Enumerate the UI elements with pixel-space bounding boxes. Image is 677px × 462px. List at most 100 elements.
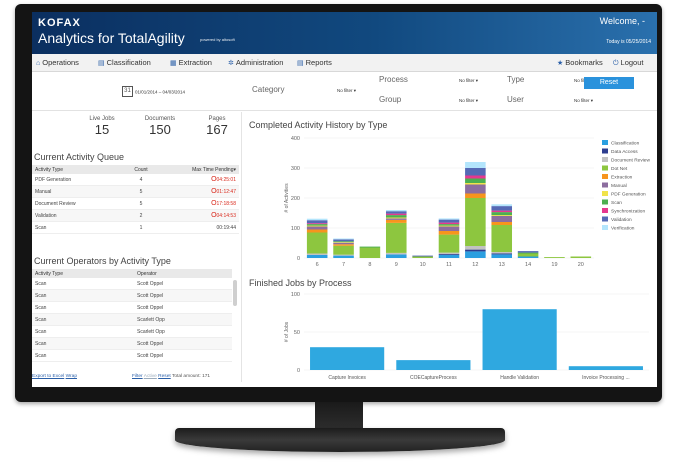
wrap-link[interactable]: Wrap [66, 374, 77, 379]
current-date: Today is 05/25/2014 [606, 39, 651, 45]
stacked-bar-segment [570, 256, 592, 258]
power-icon: ⏻ [613, 60, 619, 67]
stacked-bar-segment [465, 198, 486, 246]
time-value: 17:18:58 [216, 201, 236, 207]
table-row[interactable]: PDF Generation 4 O04:25:01 [32, 174, 239, 186]
time-value: 01:12:47 [216, 189, 236, 195]
group-label: Group [379, 95, 402, 104]
nav-operations[interactable]: ⌂ Operations [36, 58, 79, 67]
activity-type-cell: Validation [32, 209, 118, 222]
time-pending-cell: 00:19:44 [164, 221, 239, 234]
activity-type-cell: Scan [32, 337, 134, 350]
operator-cell: Scarlett Opp [134, 325, 232, 338]
date-range-picker[interactable]: 31 01/01/2014 – 04/03/2014 [122, 86, 185, 97]
operator-cell: Scott Oppel [134, 278, 232, 290]
filter-link[interactable]: Filter [132, 374, 143, 379]
table-row[interactable]: Scan Scott Oppel [32, 301, 232, 314]
x-tick-label: 9 [395, 262, 398, 268]
count-cell: 4 [118, 174, 164, 186]
activity-type-cell: Scan [32, 289, 134, 302]
activity-type-cell: Document Review [32, 197, 118, 210]
stacked-bar-segment [491, 225, 513, 252]
stacked-bar-segment [491, 215, 513, 216]
column-header[interactable]: Operator [134, 269, 232, 278]
table-row[interactable]: Scan Scarlett Opp [32, 313, 232, 326]
stacked-bar-segment [333, 254, 354, 256]
group-filter[interactable]: No filter ▾ [459, 98, 478, 104]
legend-swatch [602, 165, 608, 171]
x-tick-label: 14 [525, 262, 531, 268]
filter-bar: 31 01/01/2014 – 04/03/2014 Category No f… [32, 72, 657, 111]
legend-swatch [602, 216, 608, 222]
process-filter[interactable]: No filter ▾ [459, 78, 478, 84]
active-link[interactable]: Active [144, 374, 157, 379]
reset-link[interactable]: Reset [158, 374, 171, 379]
nav-bookmarks[interactable]: ★ Bookmarks [557, 58, 603, 67]
legend-label: Classification [611, 141, 640, 147]
activity-history-chart: 0 100 200 300 400 # of Activities 6 7 8 9 10 11 12 13… [284, 136, 650, 268]
stacked-bar-segment [385, 211, 407, 214]
report-icon: ▤ [297, 60, 304, 67]
activity-type-cell: Scan [32, 221, 118, 234]
activity-type-cell: Scan [32, 349, 134, 362]
table-row[interactable]: Scan Scott Oppel [32, 337, 232, 350]
reset-button[interactable]: Reset [584, 77, 634, 89]
y-tick-label: 100 [291, 226, 300, 232]
legend-label: Synchronization [611, 209, 645, 215]
activity-type-cell: PDF Generation [32, 174, 118, 186]
table-row[interactable]: Document Review 5 O17:18:58 [32, 197, 239, 210]
legend-label: Scan [611, 200, 622, 206]
stacked-bar-segment [491, 222, 513, 225]
column-header[interactable]: Max Time Pending▾ [164, 165, 239, 174]
table-header-row: Activity Type Operator [32, 269, 232, 278]
nav-extraction[interactable]: ▦ Extraction [170, 58, 212, 67]
legend-swatch [602, 174, 608, 179]
stacked-bar-segment [438, 231, 460, 235]
time-pending-cell: O01:12:47 [164, 185, 239, 198]
kofax-logo: KOFAX [38, 17, 81, 29]
activity-type-cell: Scan [32, 313, 134, 326]
nav-logout[interactable]: ⏻ Logout [613, 58, 644, 68]
stacked-bar-segment [438, 219, 460, 223]
stacked-bar-segment [385, 252, 407, 255]
operators-table: Activity Type Operator Scan Scott Oppel Sc… [32, 269, 232, 362]
activity-type-cell: Scan [32, 301, 134, 314]
user-filter[interactable]: No filter ▾ [574, 98, 593, 104]
nav-administration[interactable]: ✲ Administration [228, 58, 283, 67]
stacked-bar-segment [333, 241, 354, 243]
panel-divider [241, 112, 242, 382]
x-tick-label: 20 [578, 262, 584, 268]
stacked-bar-segment [306, 224, 328, 226]
type-label: Type [507, 75, 525, 84]
export-excel-link[interactable]: Export to Excel [32, 374, 64, 379]
stacked-bar-segment [385, 222, 407, 253]
stacked-bar-segment [438, 255, 460, 258]
table-row[interactable]: Scan Scott Oppel [32, 349, 232, 362]
time-value: 04:25:01 [216, 177, 236, 183]
count-cell: 5 [118, 197, 164, 210]
nav-label: Logout [620, 58, 644, 67]
stacked-bar-segment [333, 242, 354, 243]
table-row[interactable]: Scan 1 00:19:44 [32, 221, 239, 234]
nav-classification[interactable]: ▤ Classification [98, 58, 151, 67]
legend-label: Data Access [611, 149, 638, 155]
column-header[interactable]: Activity Type [32, 269, 134, 278]
operator-cell: Scott Oppel [134, 337, 232, 350]
category-filter[interactable]: No filter ▾ [337, 88, 356, 94]
time-pending-cell: O17:18:58 [164, 197, 239, 210]
table-row[interactable]: Scan Scott Oppel [32, 278, 232, 290]
app-header: KOFAX Analytics for TotalAgility powered… [32, 12, 657, 54]
stacked-bar-segment [385, 217, 407, 219]
x-tick-label: Invoice Processing ... [582, 375, 630, 381]
operator-cell: Scott Oppel [134, 289, 232, 302]
column-header[interactable]: Activity Type [32, 165, 118, 174]
legend-label: Document Review [611, 158, 650, 164]
nav-reports[interactable]: ▤ Reports [297, 58, 332, 67]
table-row[interactable]: Scan Scott Oppel [32, 289, 232, 302]
operators-scrollbar[interactable] [233, 280, 237, 306]
stacked-bar-segment [465, 251, 486, 258]
column-header[interactable]: Count [118, 165, 164, 174]
table-row[interactable]: Manual 5 O01:12:47 [32, 185, 239, 198]
table-row[interactable]: Scan Scarlett Opp [32, 325, 232, 338]
table-row[interactable]: Validation 2 O04:14:53 [32, 209, 239, 222]
